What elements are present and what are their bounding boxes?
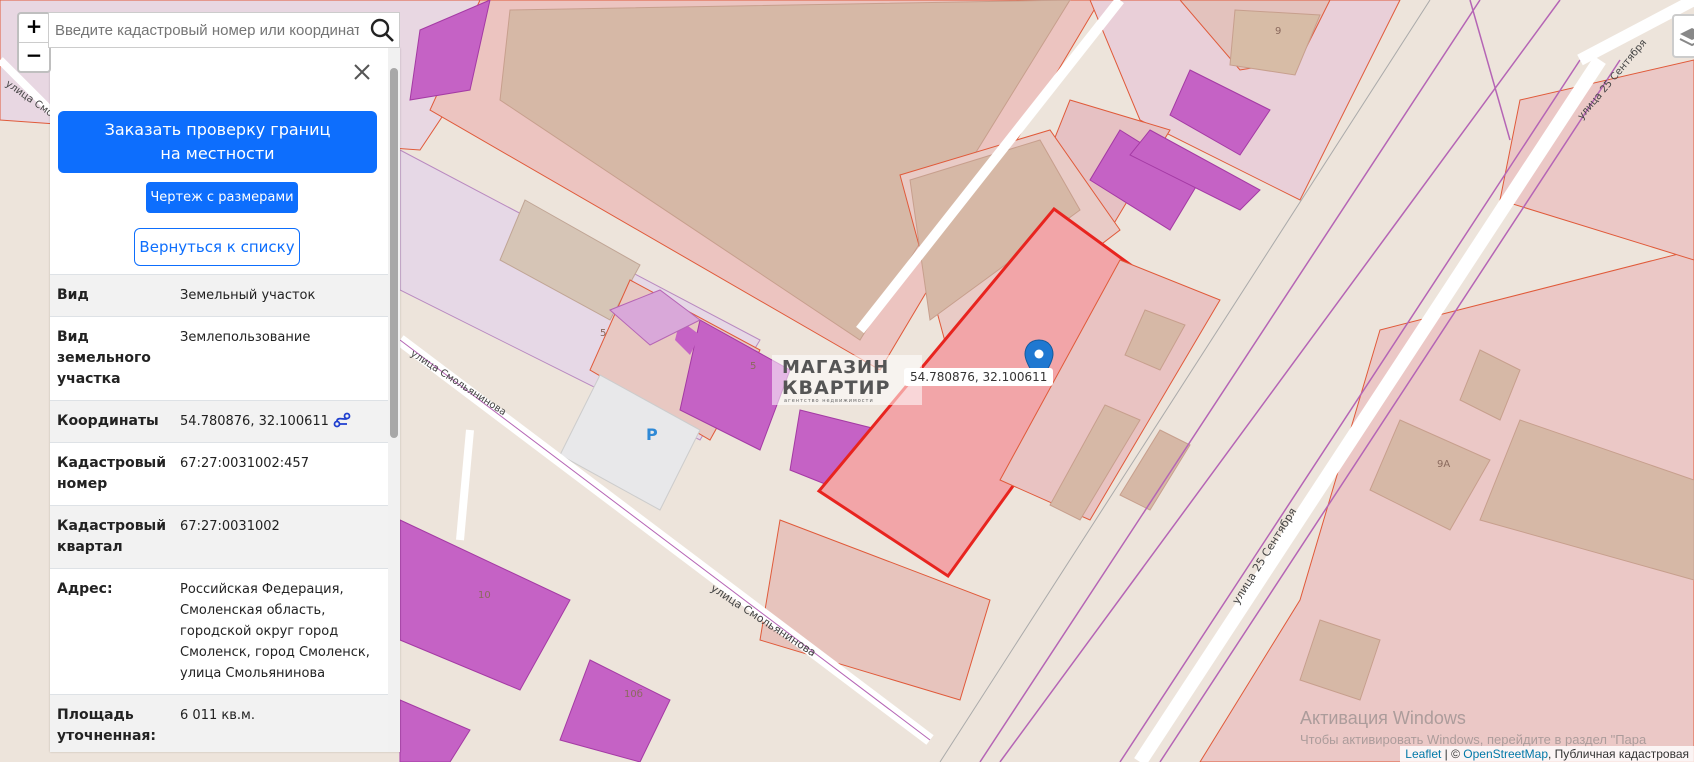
order-boundary-check-button[interactable]: Заказать проверку границ на местности [58,111,377,173]
search-input[interactable] [49,15,365,45]
house-number-5a: 5 [600,328,606,339]
table-row: Координаты 54.780876, 32.100611 [50,400,388,443]
zoom-out-button[interactable]: − [19,42,49,71]
attribution-separator: | © [1441,747,1464,761]
route-icon[interactable] [333,412,351,428]
zoom-control: + − [17,12,51,73]
coordinate-tooltip: 54.780876, 32.100611 [904,368,1054,386]
house-number-9: 9 [1275,26,1281,37]
row-key: Площадь уточненная: [50,694,174,752]
row-value: Землепользование [173,316,388,401]
logo-line-2: КВАРТИР [782,377,891,399]
drawing-with-dimensions-button[interactable]: Чертеж с размерами [146,182,298,213]
logo-line-1: МАГАЗИН [782,357,890,378]
row-value: Российская Федерация, Смоленская область… [173,568,388,695]
parking-label: P [646,425,658,444]
search-icon[interactable] [365,13,399,47]
windows-activation-text: Чтобы активировать Windows, перейдите в … [1300,732,1647,747]
table-row: Кадастровый квартал 67:27:0031002 [50,505,388,569]
table-row: Кадастровый номер 67:27:0031002:457 [50,442,388,506]
house-number-5b: 5 [750,361,756,372]
row-key: Адрес: [50,568,174,695]
row-key: Вид земельного участка [50,316,174,401]
parcel-info-table: Вид Земельный участок Вид земельного учас… [50,274,388,752]
close-icon[interactable] [350,60,374,84]
row-value: 67:27:0031002:457 [173,442,388,506]
windows-activation-title: Активация Windows [1300,708,1466,728]
leaflet-link[interactable]: Leaflet [1405,747,1441,761]
house-number-9a: 9А [1437,459,1450,470]
layers-icon [1679,28,1694,47]
row-value: 6 011 кв.м. [173,694,388,752]
osm-link[interactable]: OpenStreetMap [1463,747,1548,761]
map-attribution: Leaflet | © OpenStreetMap, Публичная кад… [1400,746,1694,762]
row-key: Координаты [50,400,174,443]
house-number-10: 10 [478,590,491,601]
row-value: 54.780876, 32.100611 [180,414,329,429]
row-key: Вид [50,274,174,317]
info-panel: Заказать проверку границ на местности Че… [50,48,400,752]
search-bar [48,12,400,48]
row-value: Земельный участок [173,274,388,317]
row-key: Кадастровый номер [50,442,174,506]
panel-scrollbar[interactable] [388,48,400,752]
layers-control[interactable] [1672,14,1694,58]
zoom-in-button[interactable]: + [19,14,49,42]
row-value: 67:27:0031002 [173,505,388,569]
table-row: Вид Земельный участок [50,274,388,317]
logo-watermark: МАГАЗИН КВАРТИР агентство недвижимости [772,355,922,405]
back-to-list-button[interactable]: Вернуться к списку [134,228,300,266]
table-row: Адрес: Российская Федерация, Смоленская о… [50,568,388,695]
row-key: Кадастровый квартал [50,505,174,569]
house-number-10b: 10б [624,689,643,700]
table-row: Вид земельного участка Землепользование [50,316,388,401]
table-row: Площадь уточненная: 6 011 кв.м. [50,694,388,752]
panel-scrollbar-thumb[interactable] [390,68,398,438]
attribution-rest: , Публичная кадастровая [1548,747,1689,761]
logo-line-3: агентство недвижимости [784,398,874,404]
